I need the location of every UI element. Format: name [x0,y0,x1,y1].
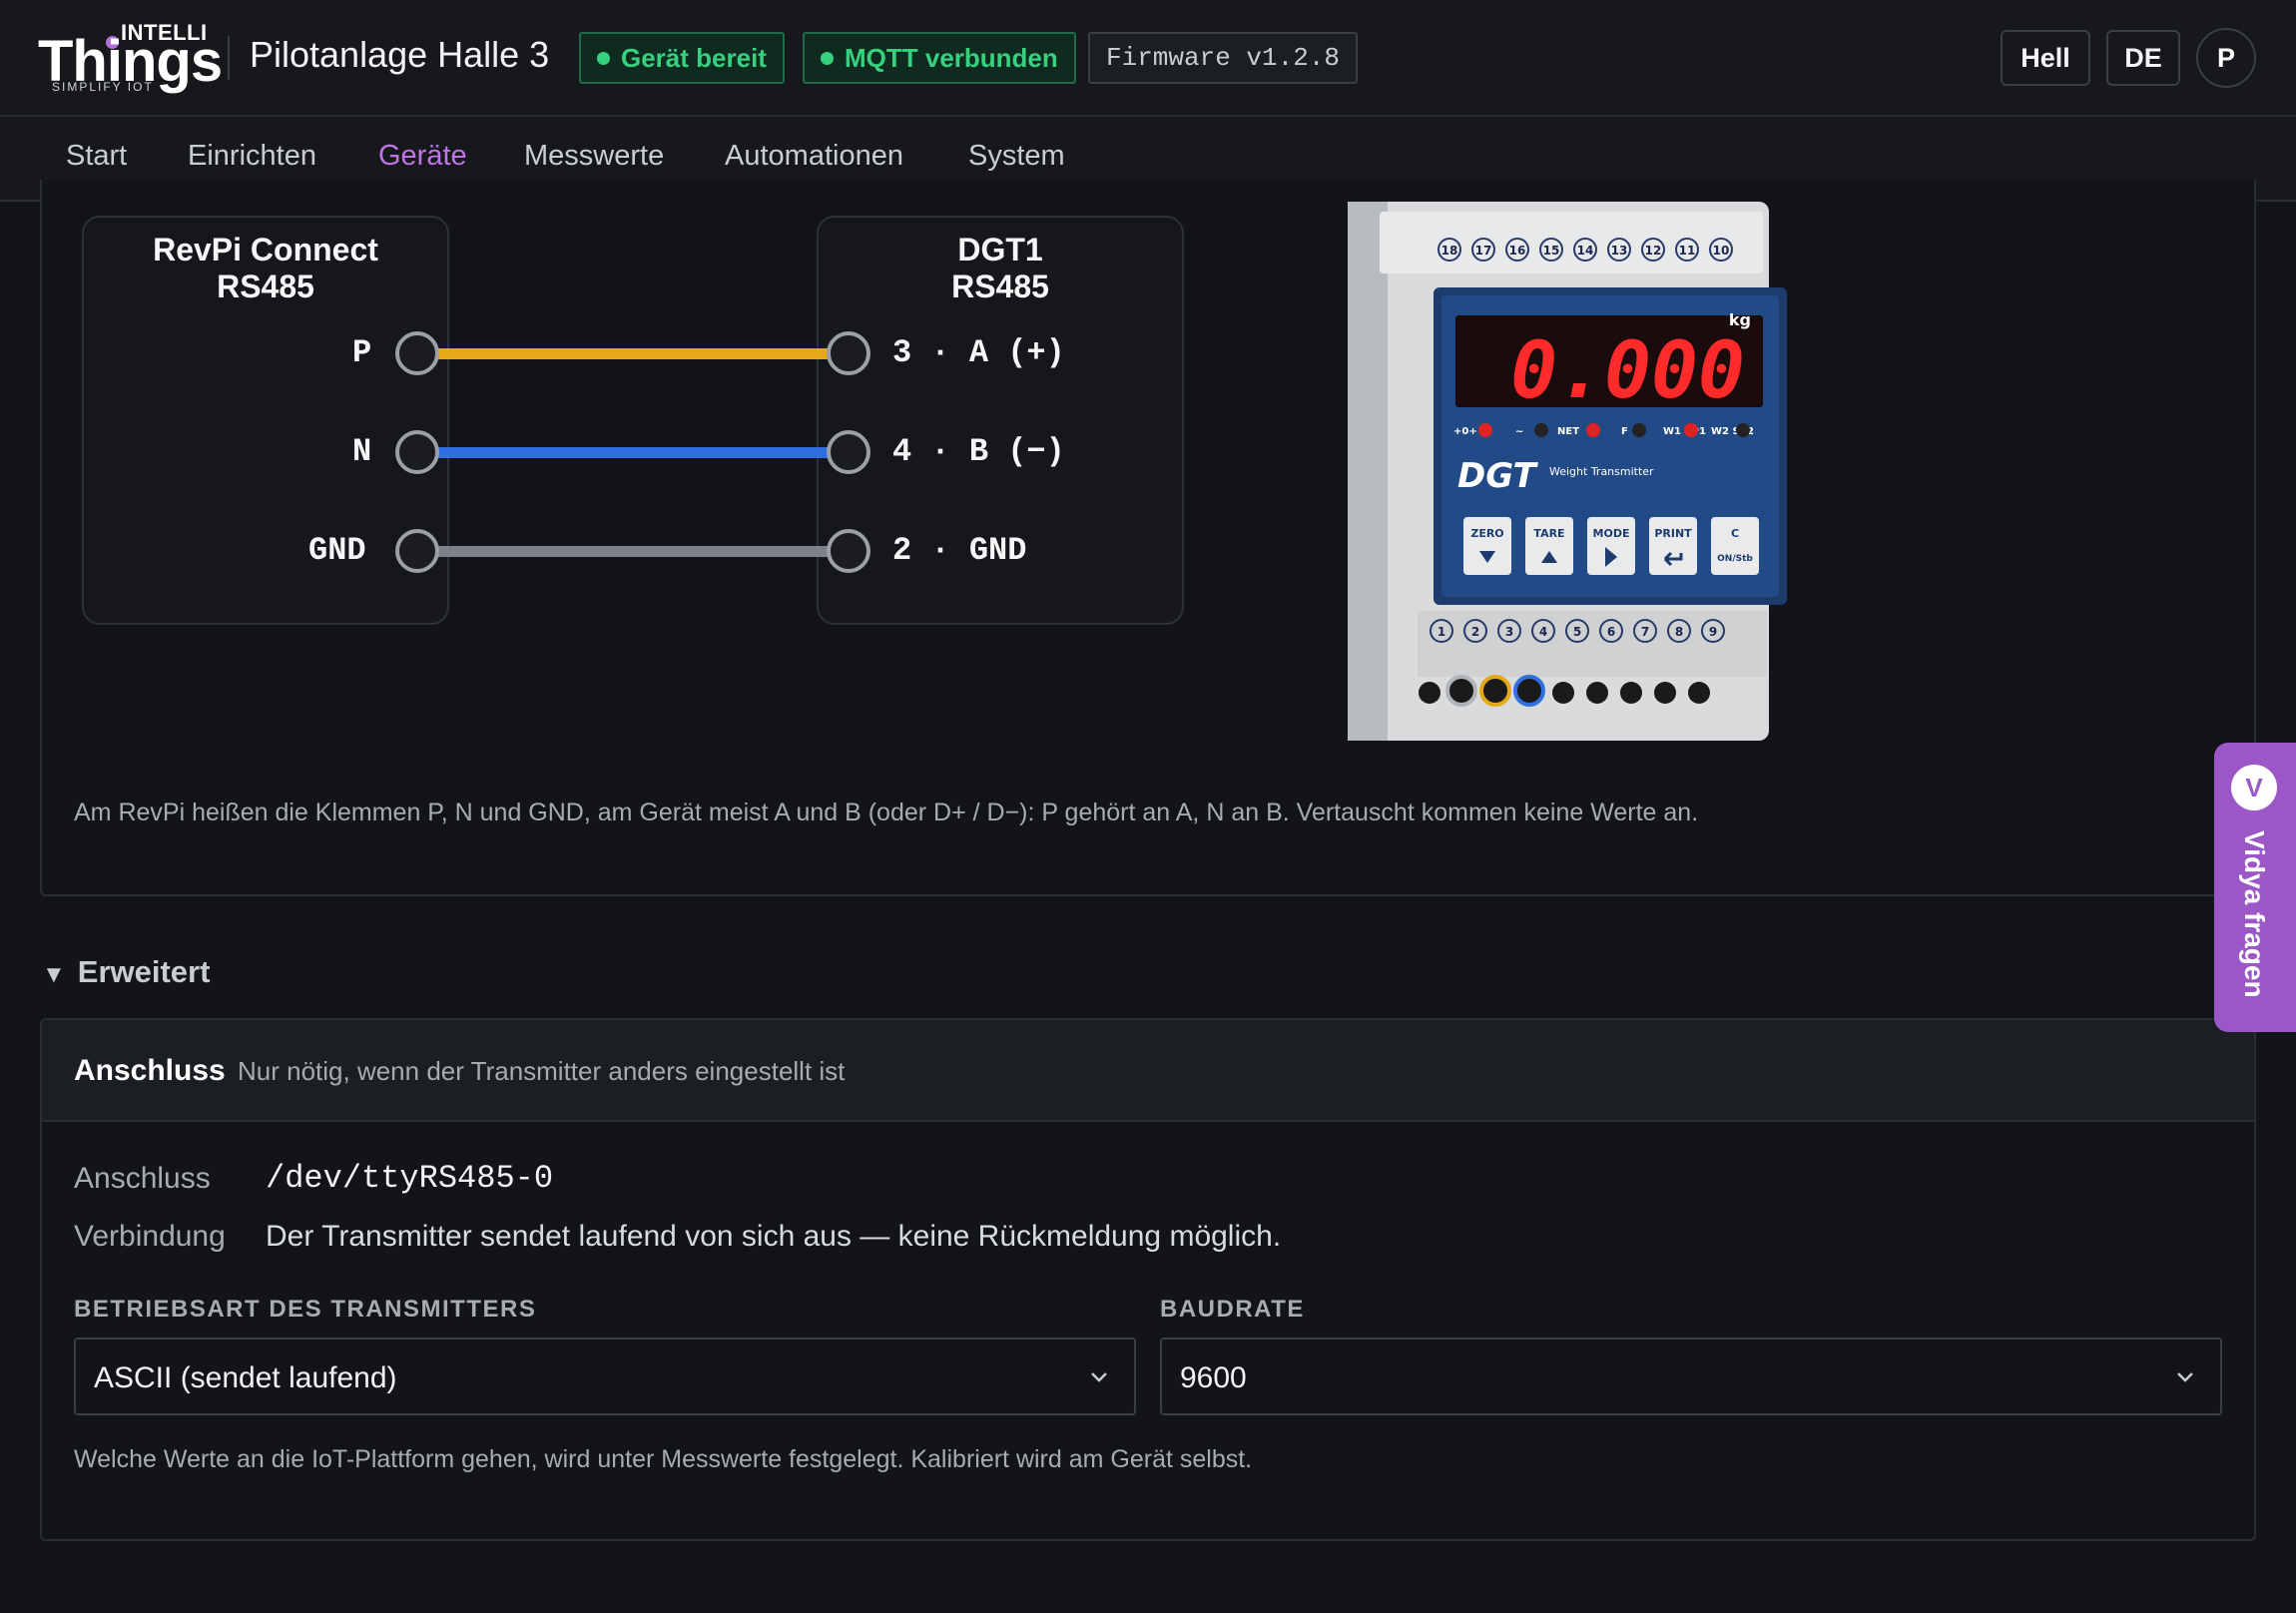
terminal-b [827,430,870,474]
mqtt-status-label: MQTT verbunden [845,43,1058,73]
key-tare: TARE [1533,527,1564,540]
top-terminal-label: 10 [1713,244,1730,258]
top-terminal-label: 14 [1577,244,1594,258]
terminal-gnd-revpi [395,529,439,573]
pin-label-gnd-dgt1: 2 · GND [892,532,1027,569]
baudrate-value: 9600 [1180,1361,1247,1394]
top-terminal-label: 15 [1543,244,1560,258]
port-label: Anschluss [74,1162,211,1195]
key-c-sub: ON/Stb [1717,554,1753,564]
theme-toggle-button[interactable]: Hell [2001,30,2090,86]
vidya-avatar-icon: V [2231,765,2277,810]
device-ready-badge: Gerät bereit [579,32,785,84]
terminal-gnd-dgt1 [827,529,870,573]
status-dot-icon [597,52,610,65]
chevron-down-icon [1091,1372,1107,1382]
connection-section-subtitle: Nur nötig, wenn der Transmitter anders e… [238,1056,846,1086]
firmware-badge: Firmware v1.2.8 [1088,32,1359,84]
indicator-label: NET [1557,426,1579,437]
connection-value: Der Transmitter sendet laufend von sich … [266,1220,1282,1253]
dgt1-box-title: DGT1 RS485 [951,232,1049,304]
logo-tagline: SIMPLIFY IOT [52,80,154,94]
status-dot-icon [821,52,834,65]
connection-section-title: Anschluss [74,1054,226,1087]
device-ready-label: Gerät bereit [621,43,767,73]
advanced-toggle[interactable]: ▼ Erweitert [42,954,210,990]
wiring-note: Am RevPi heißen die Klemmen P, N und GND… [74,799,1699,826]
vidya-assistant-tab[interactable]: V Vidya fragen [2214,743,2296,1032]
top-terminal-label: 11 [1679,244,1696,258]
measurement-note: Welche Werte an die IoT-Plattform gehen,… [74,1445,1253,1473]
user-avatar[interactable]: P [2196,28,2256,88]
caret-down-icon: ▼ [42,961,66,988]
bottom-terminal-label: 3 [1505,625,1513,639]
bottom-terminal-label: 1 [1437,625,1445,639]
device-brand: DGT [1457,456,1539,496]
advanced-toggle-label: Erweitert [77,954,211,989]
transmitter-mode-label: BETRIEBSART DES TRANSMITTERS [74,1296,537,1323]
bottom-terminal-label: 6 [1607,625,1615,639]
key-print: PRINT [1654,527,1692,540]
terminal-p [395,331,439,375]
transmitter-mode-select[interactable]: ASCII (sendet laufend) [74,1338,1136,1415]
revpi-box-title: RevPi Connect RS485 [153,232,378,304]
header-divider [228,36,230,80]
top-bar: INTELLI Things SIMPLIFY IOT Pilotanlage … [0,0,2296,117]
connection-label: Verbindung [74,1220,226,1253]
key-mode: MODE [1593,527,1630,540]
wire-p-a [437,348,829,359]
connection-card: Anschluss Nur nötig, wenn der Transmitte… [40,1018,2256,1541]
baudrate-label: BAUDRATE [1160,1296,1305,1323]
wire-n-b [437,447,829,458]
connection-card-header: Anschluss Nur nötig, wenn der Transmitte… [42,1020,2254,1122]
pin-label-a: 3 · A (+) [892,334,1065,371]
bottom-terminal-label: 8 [1675,625,1683,639]
pin-label-b: 4 · B (−) [892,433,1065,470]
language-button[interactable]: DE [2106,30,2180,86]
indicator-label: F [1621,426,1628,437]
bottom-terminal-label: 9 [1709,625,1717,639]
bottom-terminal-label: 5 [1573,625,1581,639]
top-terminal-label: 17 [1475,244,1492,258]
port-value: /dev/ttyRS485-0 [266,1160,554,1197]
plant-title: Pilotanlage Halle 3 [250,34,550,75]
chevron-down-icon [2177,1372,2193,1382]
intellithings-logo[interactable]: INTELLI Things SIMPLIFY IOT [38,18,223,96]
terminal-a [827,331,870,375]
indicator-label: ~ [1515,426,1523,437]
display-value: 0.000 [1510,326,1745,416]
indicator-label: +0+ [1453,426,1477,437]
key-c: C [1731,527,1739,540]
top-terminal-label: 16 [1509,244,1526,258]
wire-gnd [437,546,829,557]
pin-label-n: N [352,433,372,470]
bottom-terminal-label: 4 [1539,625,1547,639]
pin-label-gnd: GND [308,532,366,569]
revpi-terminal-box: RevPi Connect RS485 [82,216,449,625]
mqtt-status-badge: MQTT verbunden [803,32,1076,84]
dgt1-device-image: 18 17 16 15 14 13 12 11 10 kg 0.000 +0+ … [1346,202,1789,743]
bottom-terminal-label: 2 [1471,625,1479,639]
key-zero: ZERO [1470,527,1503,540]
terminal-n [395,430,439,474]
top-terminal-label: 18 [1441,244,1458,258]
baudrate-select[interactable]: 9600 [1160,1338,2222,1415]
transmitter-mode-value: ASCII (sendet laufend) [94,1361,397,1394]
device-subtitle: Weight Transmitter [1549,465,1654,478]
bottom-terminal-label: 7 [1641,625,1649,639]
pin-label-p: P [352,334,372,371]
top-terminal-label: 13 [1611,244,1628,258]
vidya-label: Vidya fragen [2239,830,2270,998]
top-terminal-label: 12 [1645,244,1662,258]
